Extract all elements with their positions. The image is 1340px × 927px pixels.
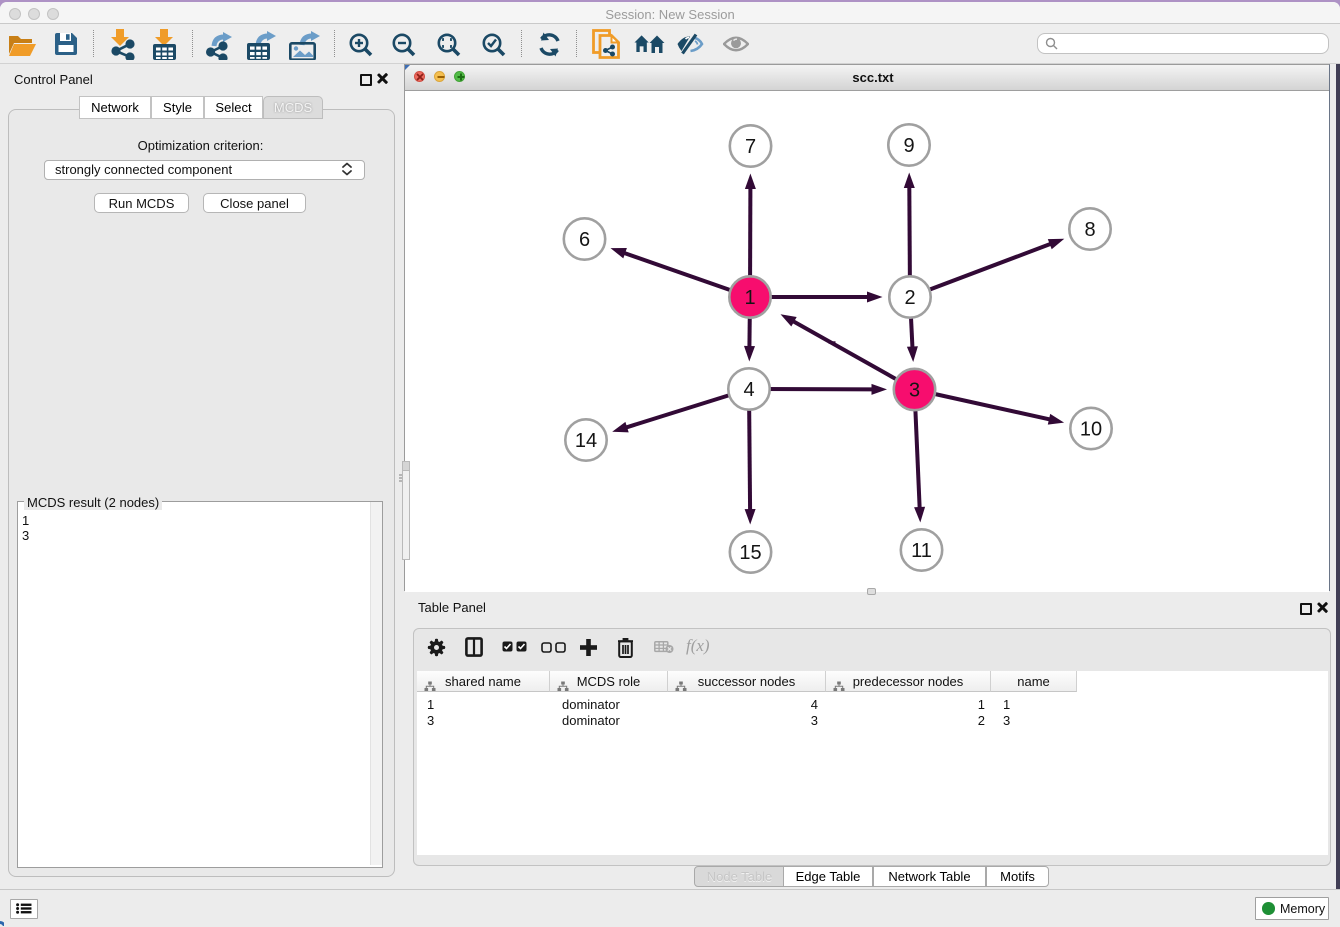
svg-text:2: 2: [904, 287, 915, 309]
svg-text:14: 14: [575, 430, 597, 452]
svg-text:11: 11: [911, 540, 932, 562]
svg-text:3: 3: [909, 380, 920, 402]
svg-text:8: 8: [1084, 219, 1095, 241]
svg-text:15: 15: [739, 542, 761, 564]
svg-text:7: 7: [745, 136, 756, 158]
svg-text:1: 1: [744, 287, 755, 309]
svg-text:9: 9: [903, 135, 914, 157]
svg-text:10: 10: [1080, 419, 1102, 441]
svg-text:4: 4: [743, 379, 754, 401]
svg-text:6: 6: [579, 229, 590, 251]
